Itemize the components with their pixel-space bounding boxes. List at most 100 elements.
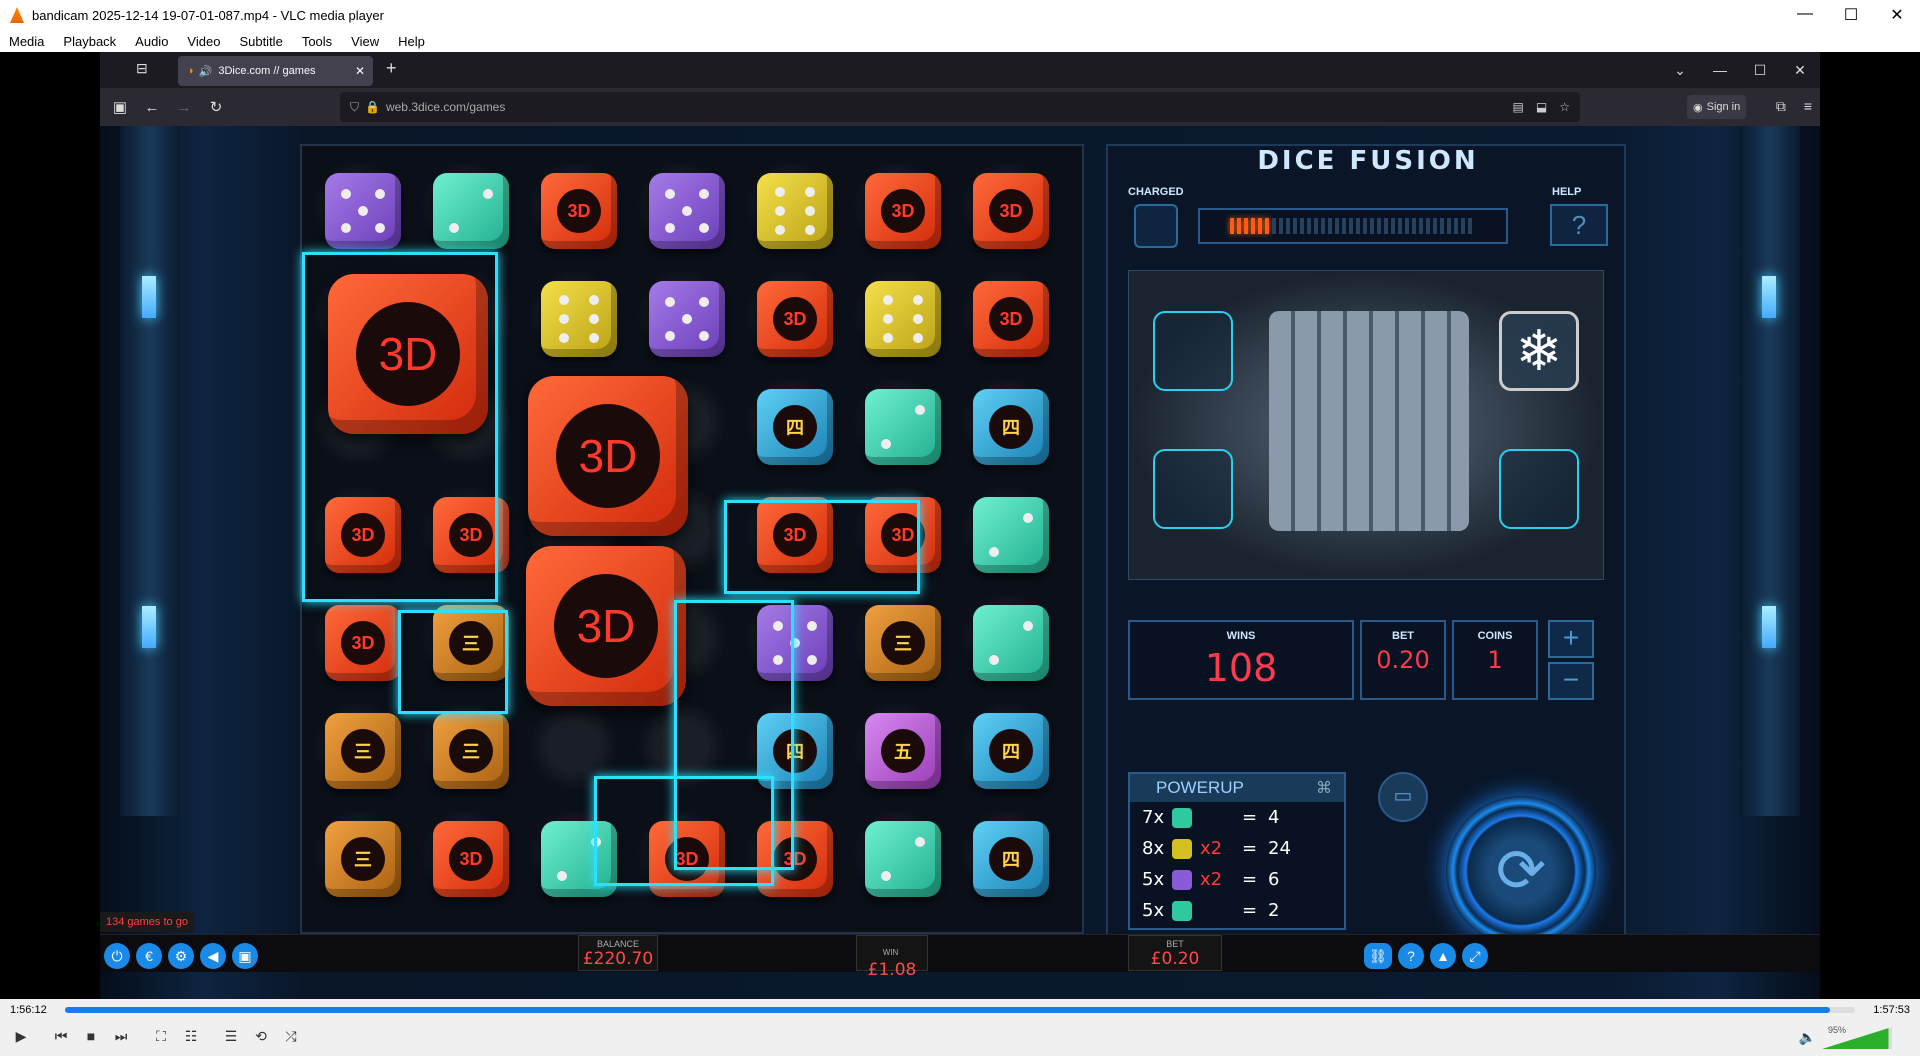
menu-video[interactable]: Video <box>187 34 220 49</box>
browser-minimize-icon[interactable]: — <box>1700 62 1740 78</box>
die-glyph[interactable]: 三 <box>865 605 941 681</box>
currency-icon[interactable]: € <box>136 943 162 969</box>
url-bar[interactable]: ⛉ 🔒 web.3dice.com/games ▤ ⬓ ☆ <box>340 92 1580 122</box>
die-glyph[interactable]: 四 <box>973 713 1049 789</box>
die-pips-5[interactable] <box>757 605 833 681</box>
die-3d[interactable]: 3D <box>757 281 833 357</box>
menu-playback[interactable]: Playback <box>63 34 116 49</box>
volume-slider[interactable]: 95% <box>1822 1025 1892 1049</box>
tab-list-icon[interactable]: ⊟ <box>136 60 148 77</box>
menu-subtitle[interactable]: Subtitle <box>239 34 282 49</box>
menu-media[interactable]: Media <box>9 34 44 49</box>
die-3d[interactable]: 3D <box>325 605 401 681</box>
die-pips-2[interactable] <box>865 821 941 897</box>
back-icon[interactable]: ← <box>136 99 168 116</box>
shuffle-icon[interactable]: ⤮ <box>278 1028 304 1050</box>
dice-board[interactable]: 3D 3D 3D 3D 3D 四四 3D 3D 3D 3D 3D 三三三三四五四三 3D 3D 3D 四 3D 3… <box>300 144 1084 934</box>
die-3d[interactable]: 3D <box>433 497 509 573</box>
help-button[interactable]: ? <box>1550 204 1608 246</box>
screenshot-icon[interactable]: ▲ <box>1430 943 1456 969</box>
maximize-icon[interactable]: ☐ <box>1828 5 1874 25</box>
menu-view[interactable]: View <box>351 34 379 49</box>
close-tab-icon[interactable]: ✕ <box>355 64 365 78</box>
reader-icon[interactable]: ▤ <box>1513 100 1524 114</box>
video-area[interactable]: ⊟ ◗ 🔊 3Dice.com // games ✕ + ⌄ — ☐ ✕ ▣ ←… <box>0 52 1920 999</box>
die-pips-6[interactable] <box>865 281 941 357</box>
fused-big-3d-die[interactable]: 3D <box>328 274 488 434</box>
die-glyph[interactable]: 三 <box>433 605 509 681</box>
browser-maximize-icon[interactable]: ☐ <box>1740 62 1780 79</box>
fullscreen-icon[interactable]: ⤢ <box>1462 943 1488 969</box>
die-pips-2[interactable] <box>973 605 1049 681</box>
die-pips-5[interactable] <box>649 281 725 357</box>
previous-icon[interactable]: ⏮ <box>48 1028 74 1050</box>
die-3d[interactable]: 3D <box>865 173 941 249</box>
tab-overflow-icon[interactable]: ⌄ <box>1660 62 1700 79</box>
die-3d[interactable]: 3D <box>973 281 1049 357</box>
stop-icon[interactable]: ■ <box>78 1028 104 1050</box>
die-glyph[interactable]: 五 <box>865 713 941 789</box>
lock-icon[interactable]: 🔒 <box>365 100 380 114</box>
die-3d[interactable]: 3D <box>757 497 833 573</box>
help-circle-icon[interactable]: ? <box>1398 943 1424 969</box>
play-icon[interactable]: ▶ <box>8 1028 34 1050</box>
menu-help[interactable]: Help <box>398 34 425 49</box>
fused-big-3d-die[interactable]: 3D <box>528 376 688 536</box>
die-3d[interactable]: 3D <box>649 821 725 897</box>
die-glyph[interactable]: 三 <box>325 713 401 789</box>
die-3d[interactable]: 3D <box>433 821 509 897</box>
bookmark-star-icon[interactable]: ☆ <box>1559 100 1570 114</box>
game-canvas[interactable]: 3D 3D 3D 3D 3D 四四 3D 3D 3D 3D 3D 三三三三四五四三 3D 3D 3D 四 3D 3… <box>100 126 1820 999</box>
spin-button[interactable]: ⟳ <box>1446 796 1596 946</box>
die-glyph[interactable]: 三 <box>433 713 509 789</box>
die-3d[interactable]: 3D <box>865 497 941 573</box>
menu-audio[interactable]: Audio <box>135 34 168 49</box>
die-glyph[interactable]: 四 <box>973 821 1049 897</box>
die-3d[interactable]: 3D <box>325 497 401 573</box>
loop-icon[interactable]: ⟲ <box>248 1028 274 1050</box>
reload-icon[interactable]: ↻ <box>200 98 232 116</box>
die-3d[interactable]: 3D <box>973 173 1049 249</box>
sidebar-icon[interactable]: ▣ <box>104 98 136 116</box>
speaker-icon[interactable]: 🔊 <box>199 65 213 78</box>
pocket-icon[interactable]: ⬓ <box>1536 100 1547 114</box>
die-glyph[interactable]: 四 <box>757 389 833 465</box>
forward-icon[interactable]: → <box>168 99 200 116</box>
url-text[interactable]: web.3dice.com/games <box>386 100 505 114</box>
link-icon[interactable]: ⛓ <box>1364 943 1392 969</box>
die-pips-5[interactable] <box>649 173 725 249</box>
extensions-icon[interactable]: ⧉ <box>1776 98 1786 115</box>
die-glyph[interactable]: 四 <box>757 713 833 789</box>
sign-in-button[interactable]: ◉ Sign in <box>1687 95 1747 119</box>
settings-gear-icon[interactable]: ⚙ <box>168 943 194 969</box>
menu-tools[interactable]: Tools <box>302 34 332 49</box>
tab-3dice[interactable]: ◗ 🔊 3Dice.com // games ✕ <box>178 56 373 86</box>
next-icon[interactable]: ⏭ <box>108 1028 134 1050</box>
volume-speaker-icon[interactable]: 🔈 <box>1799 1029 1816 1046</box>
minimize-icon[interactable]: — <box>1782 5 1828 25</box>
coins-plus-button[interactable]: + <box>1548 620 1594 658</box>
playlist-icon[interactable]: ☰ <box>218 1028 244 1050</box>
die-3d[interactable]: 3D <box>541 173 617 249</box>
fullscreen-toggle-icon[interactable]: ⛶ <box>148 1028 174 1050</box>
shield-icon[interactable]: ⛉ <box>350 100 359 115</box>
autoplay-button[interactable]: ▭ <box>1378 772 1428 822</box>
close-icon[interactable]: ✕ <box>1874 5 1920 25</box>
die-glyph[interactable]: 四 <box>973 389 1049 465</box>
browser-close-icon[interactable]: ✕ <box>1780 62 1820 79</box>
die-pips-2[interactable] <box>973 497 1049 573</box>
new-tab-icon[interactable]: + <box>386 58 397 79</box>
fused-big-3d-die[interactable]: 3D <box>526 546 686 706</box>
die-pips-2[interactable] <box>541 821 617 897</box>
die-pips-5[interactable] <box>325 173 401 249</box>
die-pips-6[interactable] <box>757 173 833 249</box>
die-pips-2[interactable] <box>865 389 941 465</box>
menu-hamburger-icon[interactable]: ≡ <box>1804 98 1812 115</box>
coins-minus-button[interactable]: − <box>1548 662 1594 700</box>
die-glyph[interactable]: 三 <box>325 821 401 897</box>
extended-settings-icon[interactable]: ☷ <box>178 1028 204 1050</box>
sound-icon[interactable]: ◀ <box>200 943 226 969</box>
die-3d[interactable]: 3D <box>757 821 833 897</box>
history-icon[interactable]: ▣ <box>232 943 258 969</box>
die-pips-6[interactable] <box>541 281 617 357</box>
